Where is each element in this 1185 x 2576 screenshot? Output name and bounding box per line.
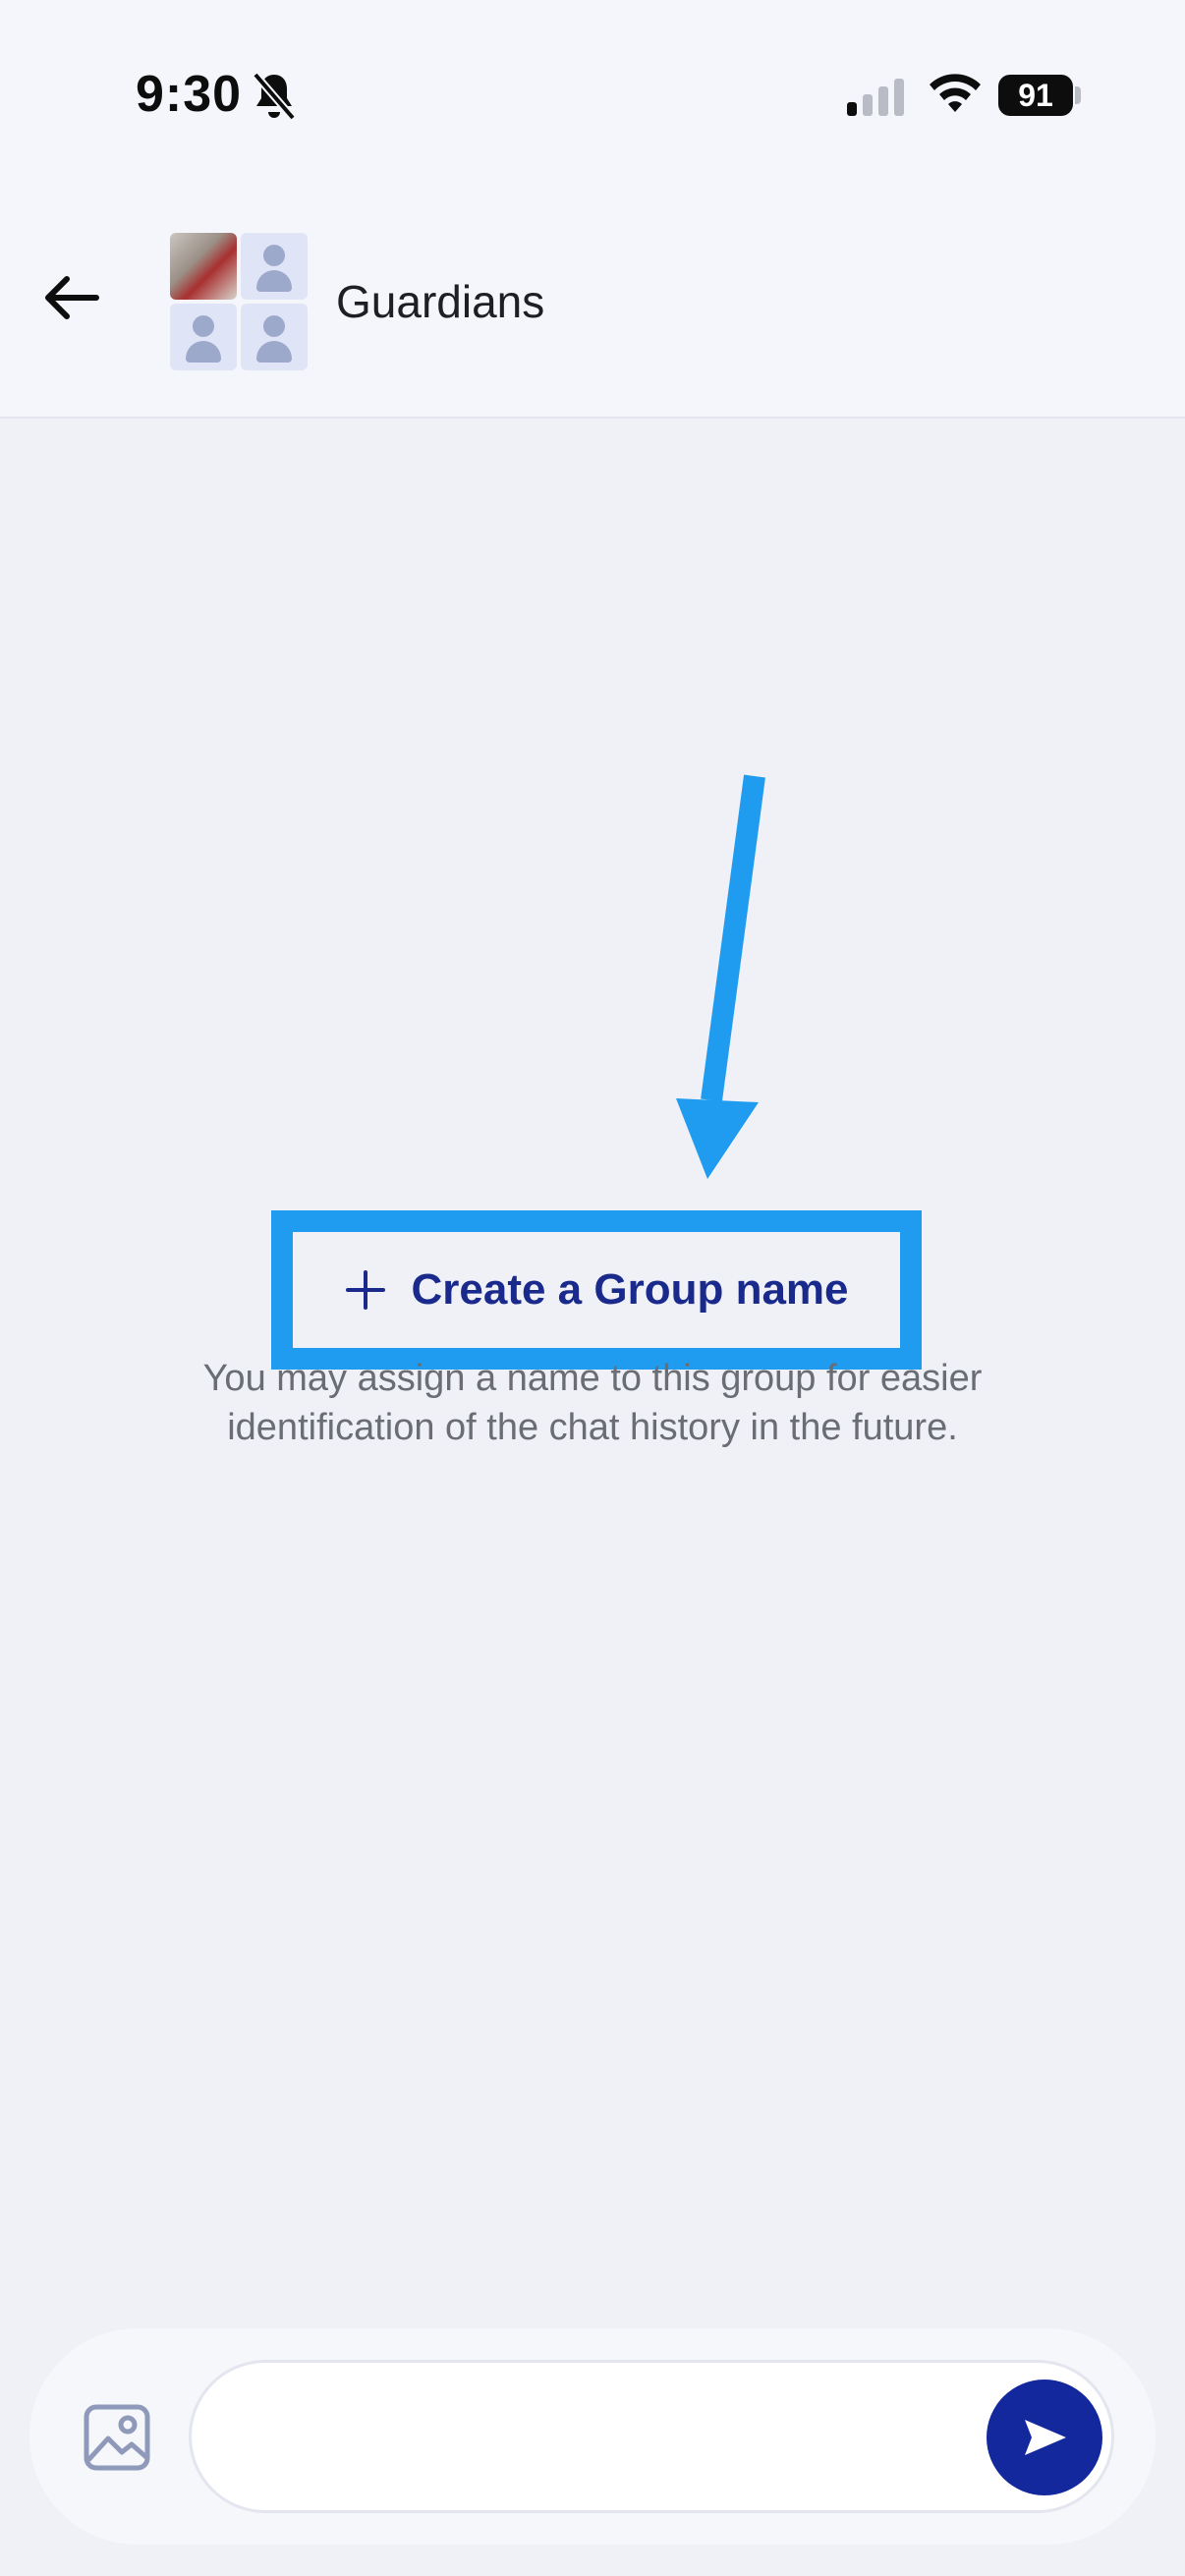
member-placeholder-avatar <box>241 304 308 370</box>
create-group-name-label: Create a Group name <box>411 1265 849 1314</box>
battery-nub <box>1075 86 1081 104</box>
send-icon <box>1025 2420 1066 2455</box>
group-title[interactable]: Guardians <box>336 275 544 328</box>
plus-icon <box>346 1270 386 1310</box>
annotation-arrow-icon <box>676 774 765 1179</box>
message-composer <box>29 2328 1156 2545</box>
member-placeholder-avatar <box>241 233 308 300</box>
send-button[interactable] <box>987 2380 1102 2495</box>
group-avatar[interactable] <box>170 233 308 370</box>
chat-header: Guardians <box>0 187 1185 419</box>
signal-icon <box>847 79 904 116</box>
bell-slash-icon <box>252 72 297 121</box>
member-photo-avatar <box>170 233 237 300</box>
wifi-icon <box>930 74 981 112</box>
status-time: 9:30 <box>136 66 243 123</box>
create-group-name-button[interactable]: Create a Group name <box>293 1232 900 1348</box>
status-bar: 9:30 91 <box>0 0 1185 187</box>
battery-icon: 91 <box>998 75 1073 116</box>
message-input[interactable] <box>189 2360 1114 2513</box>
arrow-left-icon[interactable] <box>39 265 104 330</box>
member-placeholder-avatar <box>170 304 237 370</box>
group-name-hint: You may assign a name to this group for … <box>202 1358 983 1448</box>
image-icon[interactable] <box>83 2403 151 2472</box>
